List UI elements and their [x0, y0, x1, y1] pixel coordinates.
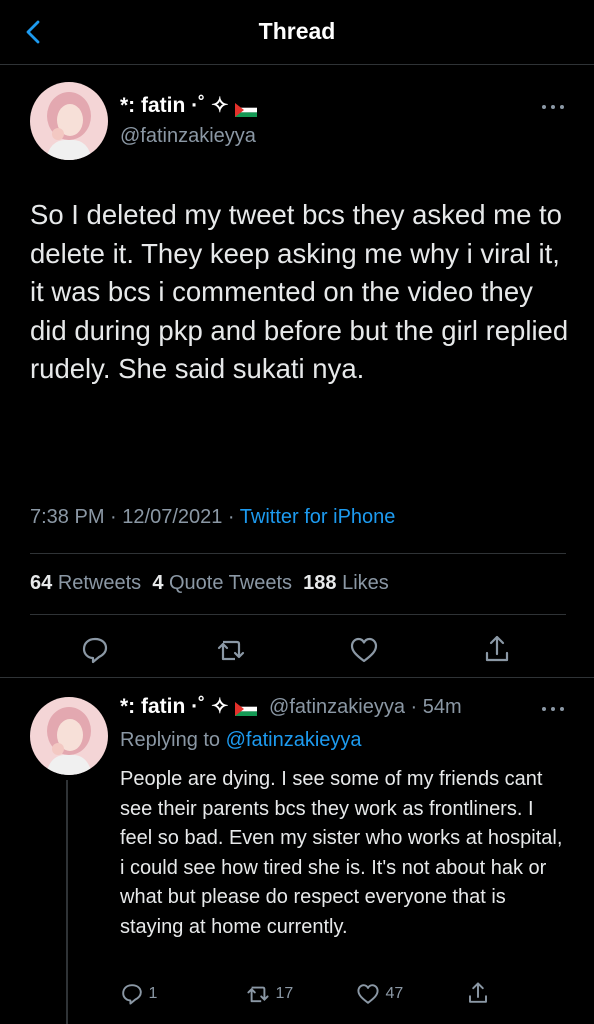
page-title: Thread [258, 18, 336, 44]
palestine-flag-icon [234, 99, 257, 118]
more-icon[interactable] [540, 95, 566, 118]
quote-tweets-stat[interactable]: 4 Quote Tweets [152, 572, 292, 594]
display-name: *: fatin ·˚ ✧ [120, 695, 229, 718]
divider [30, 553, 566, 554]
like-icon [357, 984, 379, 1004]
thread-connector-line [66, 780, 68, 1024]
reply-count: 1 [148, 985, 158, 1003]
retweet-count: 17 [275, 985, 294, 1003]
tweet-text: So I deleted my tweet bcs they asked me … [30, 199, 569, 384]
divider [0, 677, 594, 678]
tweet-age: 54m [422, 696, 462, 718]
user-handle[interactable]: @fatinzakieyya [120, 125, 256, 148]
like-count: 47 [385, 985, 404, 1003]
like-icon[interactable] [348, 635, 380, 665]
user-handle: @fatinzakieyya [269, 696, 405, 718]
reply-author-row[interactable]: *: fatin ·˚ ✧ @fatinzakieyya · 54m [120, 694, 462, 719]
replying-to: Replying to @fatinzakieyya [120, 729, 362, 752]
tweet-source-link[interactable]: Twitter for iPhone [240, 506, 396, 528]
reply-icon[interactable] [80, 635, 110, 665]
display-name-text: *: fatin ·˚ ✧ [120, 94, 229, 117]
divider [30, 614, 566, 615]
share-icon[interactable] [482, 633, 512, 665]
reply-text: People are dying. I see some of my frien… [120, 768, 563, 938]
reply-action[interactable]: 1 [120, 982, 157, 1006]
avatar[interactable] [30, 697, 108, 775]
palestine-flag-icon [234, 701, 257, 716]
retweet-icon [247, 986, 269, 1003]
likes-stat[interactable]: 188 Likes [303, 572, 389, 594]
tweet-time: 7:38 PM [30, 506, 105, 528]
display-name[interactable]: *: fatin ·˚ ✧ [120, 93, 257, 118]
share-icon[interactable] [466, 980, 490, 1011]
reply-icon [122, 984, 142, 1005]
retweet-action[interactable]: 17 [245, 982, 293, 1006]
tweet-stats: 64 Retweets 4 Quote Tweets 188 Likes [30, 572, 389, 595]
avatar[interactable] [30, 82, 108, 160]
tweet-date: 12/07/2021 [122, 506, 223, 528]
replying-handle-link[interactable]: @fatinzakieyya [226, 729, 362, 751]
tweet-meta: 7:38 PM · 12/07/2021 · Twitter for iPhon… [30, 506, 396, 528]
like-action[interactable]: 47 [355, 982, 403, 1006]
more-icon[interactable] [540, 697, 566, 720]
retweet-icon[interactable] [215, 635, 247, 665]
replying-prefix: Replying to [120, 729, 221, 751]
retweets-stat[interactable]: 64 Retweets [30, 572, 141, 594]
